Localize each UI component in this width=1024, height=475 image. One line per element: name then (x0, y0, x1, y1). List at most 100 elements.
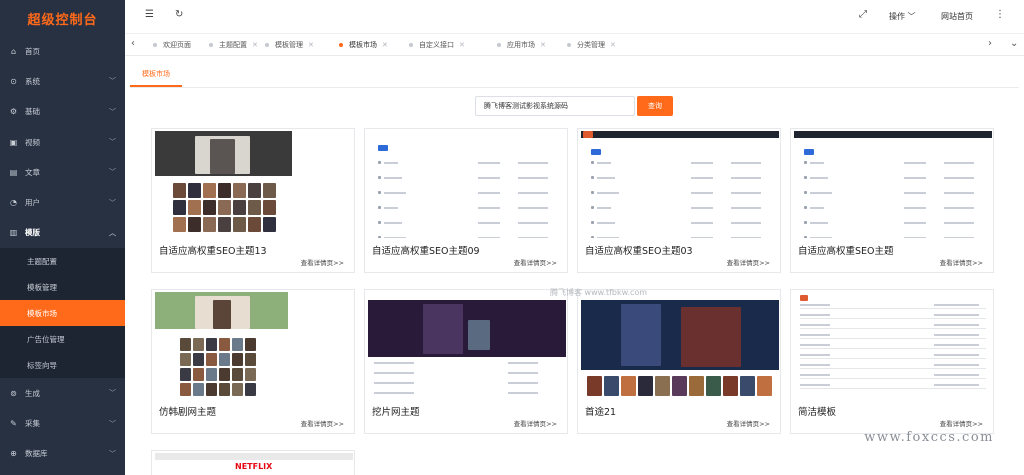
netflix-logo-text: NETFLIX (235, 462, 273, 471)
close-icon[interactable]: ✕ (382, 41, 388, 49)
watermark: www.foxccs.com (864, 430, 994, 445)
divider (130, 87, 1019, 88)
detail-link[interactable]: 查看详情页>> (514, 418, 557, 428)
detail-link[interactable]: 查看详情页>> (940, 418, 983, 428)
sidebar-item-label: 用户 (25, 198, 40, 208)
sidebar-subitem[interactable]: 广告位管理 (0, 326, 125, 352)
close-icon[interactable]: ✕ (252, 41, 258, 49)
tab[interactable]: 模板管理 ✕ (265, 40, 314, 50)
template-thumbnail[interactable] (794, 292, 992, 399)
sidebar-subitem[interactable]: 主题配置 (0, 248, 125, 274)
sidebar-item-label: 文章 (25, 167, 40, 177)
detail-link[interactable]: 查看详情页>> (301, 257, 344, 267)
tab[interactable]: 欢迎页面 (153, 40, 191, 50)
template-thumbnail[interactable] (155, 131, 292, 238)
template-card[interactable]: 首途21 查看详情页>> (577, 289, 781, 434)
sidebar-item-label: 首页 (25, 46, 40, 56)
collect-icon: ✎ (10, 419, 17, 429)
tabs-bar: ‹ 欢迎页面 主题配置 ✕ 模板管理 ✕ 模板市场 ✕ 自定义接口 ✕ 应用市场 ✕ 分类管理 ✕ › … (125, 34, 1024, 56)
template-card[interactable]: 仿韩剧网主题 查看详情页>> (151, 289, 355, 434)
tabs-right-arrow-icon[interactable]: › (988, 38, 992, 49)
search-input[interactable] (475, 96, 635, 116)
sidebar-subitem[interactable]: 模板市场 (0, 300, 125, 327)
basic-icon: ⚙ (9, 107, 18, 117)
sidebar-item-article[interactable]: ▤ 文章 ﹀ (0, 157, 125, 187)
tab[interactable]: 分类管理 ✕ (567, 40, 616, 50)
template-card[interactable]: 挖片网主题查看详情页>> (364, 289, 568, 434)
sidebar-item-basic[interactable]: ⚙ 基础 ﹀ (0, 97, 125, 127)
chevron-down-icon: ﹀ (109, 198, 116, 207)
template-thumbnail[interactable] (581, 131, 779, 238)
refresh-icon[interactable]: ↻ (175, 9, 183, 20)
tabs-left-arrow-icon[interactable]: ‹ (131, 38, 135, 49)
detail-link[interactable]: 查看详情页>> (727, 418, 770, 428)
detail-link[interactable]: 查看详情页>> (301, 418, 344, 428)
detail-link[interactable]: 查看详情页>> (940, 257, 983, 267)
sidebar-item-label: 系统 (25, 76, 40, 86)
close-icon[interactable]: ✕ (459, 41, 465, 49)
system-icon: ⊙ (10, 76, 17, 86)
sidebar-item-home[interactable]: ⌂ 首页 (0, 36, 125, 66)
template-thumbnail[interactable] (368, 131, 565, 238)
top-bar: ☰ ↻ ⤢ 操作 ﹀ 网站首页 ⋮ (125, 0, 1024, 34)
close-icon[interactable]: ✕ (540, 41, 546, 49)
sidebar-item-label: 生成 (25, 388, 40, 398)
tab-label: 分类管理 (577, 41, 605, 49)
template-thumbnail[interactable] (155, 292, 288, 399)
chevron-down-icon: ﹀ (907, 12, 916, 21)
tab-label: 欢迎页面 (163, 41, 191, 49)
sidebar-item-label: 采集 (25, 419, 40, 429)
tab-label: 模板管理 (275, 41, 303, 49)
subtab-template-market[interactable]: 模板市场 (130, 68, 182, 87)
menu-collapse-icon[interactable]: ☰ (145, 9, 154, 20)
tab-status-dot (409, 43, 413, 47)
template-card[interactable]: 简洁模板 查看详情页>> (790, 289, 994, 434)
sidebar-subitem[interactable]: 模板管理 (0, 274, 125, 300)
close-icon[interactable]: ✕ (308, 41, 314, 49)
sidebar-item-generate[interactable]: ⊚ 生成 ﹀ (0, 378, 125, 408)
fullscreen-icon[interactable]: ⤢ (859, 9, 867, 20)
sidebar-item-template[interactable]: ▥ 模版 ︿ (0, 218, 125, 248)
tab[interactable]: 应用市场 ✕ (497, 40, 546, 50)
sidebar-item-collect[interactable]: ✎ 采集 ﹀ (0, 408, 125, 438)
sidebar-item-video[interactable]: ▣ 视频 ﹀ (0, 127, 125, 157)
sidebar-item-database[interactable]: ⊕ 数据库 ﹀ (0, 439, 125, 469)
template-card[interactable]: 自适应高权重SEO主题 查看详情页>> (790, 128, 994, 273)
tab[interactable]: 自定义接口 ✕ (409, 40, 465, 50)
close-icon[interactable]: ✕ (610, 41, 616, 49)
tab-label: 模板市场 (349, 41, 377, 49)
search-button[interactable]: 查询 (637, 96, 673, 116)
template-thumbnail[interactable]: NETFLIX (155, 453, 353, 475)
operation-menu[interactable]: 操作 ﹀ (889, 11, 916, 22)
more-icon[interactable]: ⋮ (995, 9, 1005, 20)
template-title: 自适应高权重SEO主题09 (372, 246, 480, 257)
sidebar-item-user[interactable]: ◔ 用户 ﹀ (0, 187, 125, 217)
sidebar-subitem[interactable]: 标签向导 (0, 352, 125, 378)
tab-status-dot (497, 43, 501, 47)
tab-status-dot (339, 43, 343, 47)
template-card[interactable]: 自适应高权重SEO主题03 查看详情页>> (577, 128, 781, 273)
sidebar-item-label: 数据库 (25, 449, 48, 459)
detail-link[interactable]: 查看详情页>> (727, 257, 770, 267)
template-thumbnail[interactable] (581, 292, 779, 399)
tab-label: 主题配置 (219, 41, 247, 49)
detail-link[interactable]: 查看详情页>> (514, 257, 557, 267)
chevron-down-icon: ﹀ (109, 389, 116, 398)
sidebar-item-system[interactable]: ⊙ 系统 ﹀ (0, 66, 125, 96)
brand-title: 超级控制台 (27, 12, 98, 28)
template-thumbnail[interactable] (794, 131, 992, 238)
template-thumbnail[interactable] (368, 292, 566, 399)
template-title: 首途21 (585, 407, 617, 418)
tabs-menu-icon[interactable]: ⌄ (1010, 38, 1018, 49)
chevron-down-icon: ﹀ (109, 449, 116, 458)
template-icon: ▥ (9, 228, 18, 238)
template-card[interactable]: 自适应高权重SEO主题13 查看详情页>> (151, 128, 355, 273)
template-title: 自适应高权重SEO主题03 (585, 246, 693, 257)
tab[interactable]: 主题配置 ✕ (209, 40, 258, 50)
chevron-down-icon: ﹀ (109, 138, 116, 147)
template-card[interactable]: 自适应高权重SEO主题09 查看详情页>> (364, 128, 568, 273)
tab[interactable]: 模板市场 ✕ (339, 40, 388, 50)
template-title: 挖片网主题 (372, 407, 420, 418)
template-card-partial[interactable]: NETFLIX (151, 450, 355, 475)
site-home-link[interactable]: 网站首页 (941, 11, 973, 22)
